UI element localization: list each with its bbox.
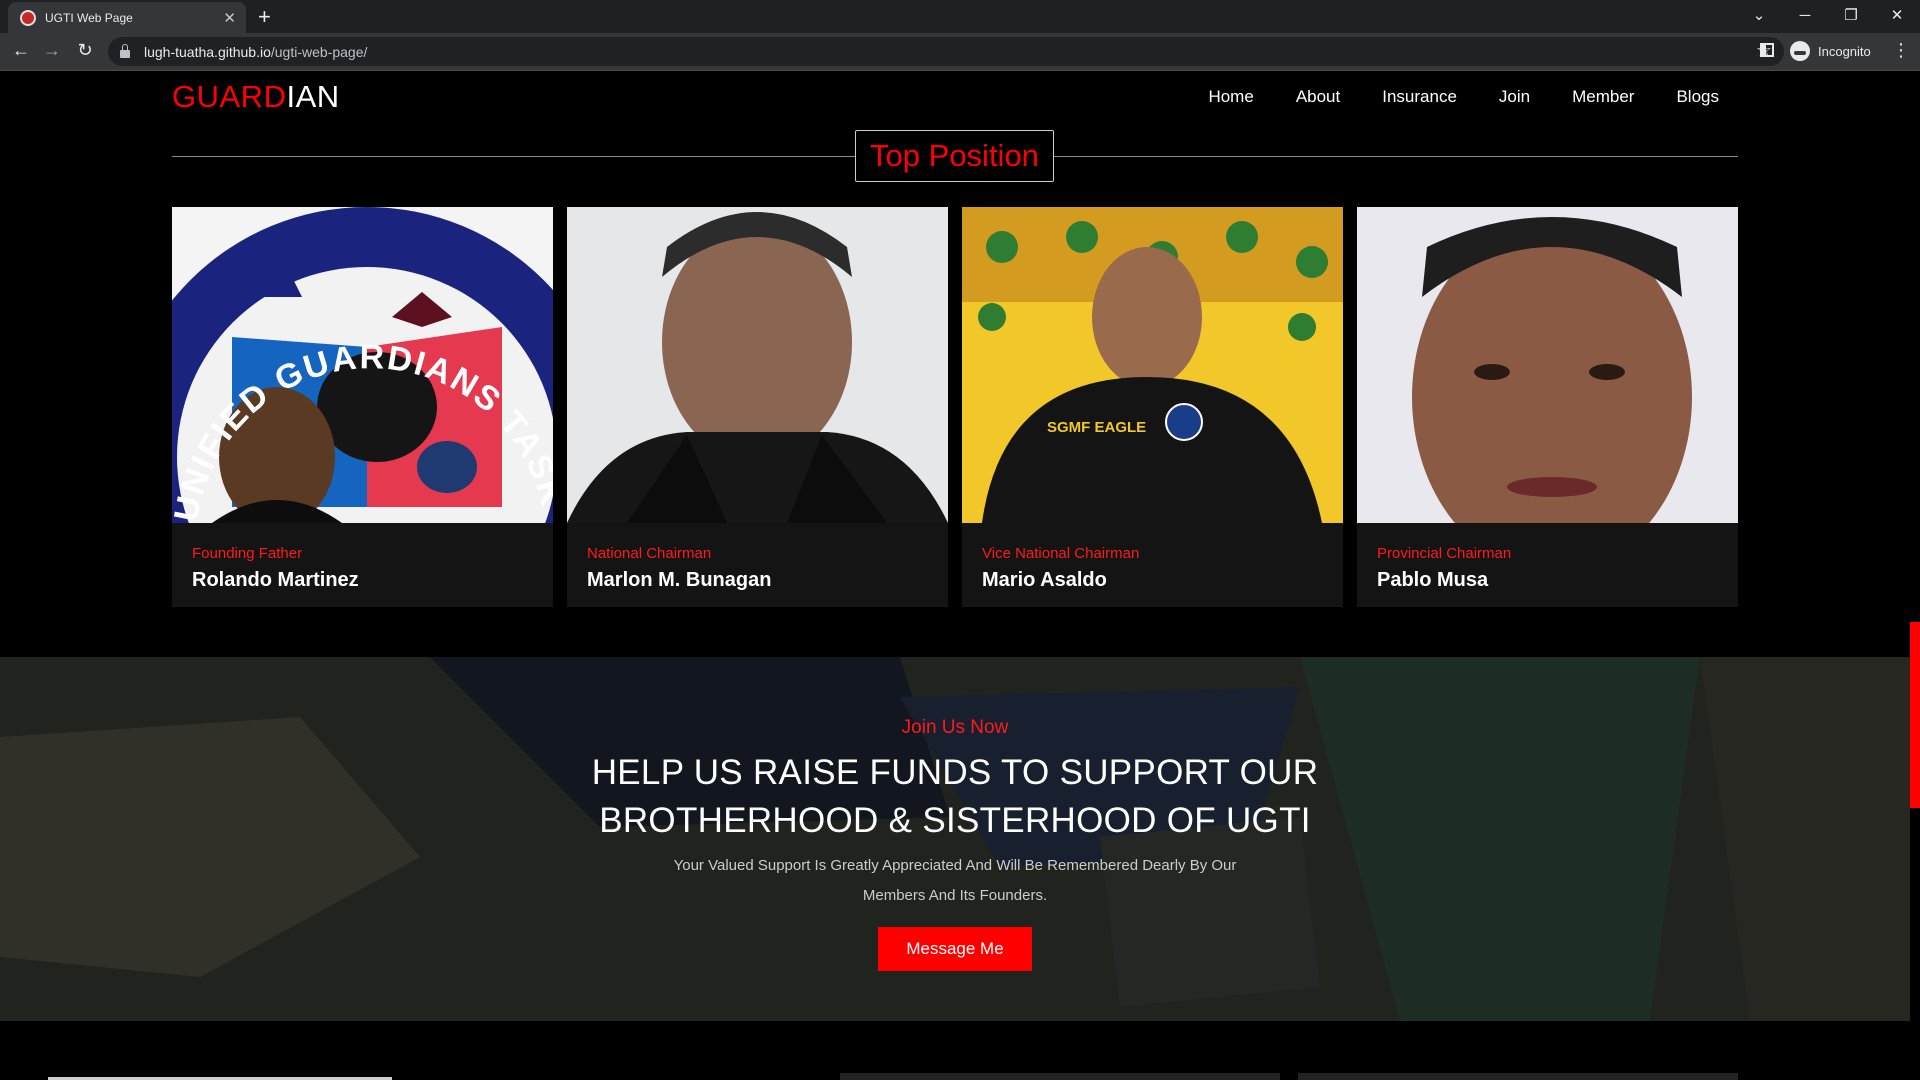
main-nav: Home About Insurance Join Member Blogs (1166, 87, 1719, 107)
portrait-photo: SGMF EAGLE (962, 207, 1343, 523)
leader-role: National Chairman (587, 545, 712, 562)
url-text: lugh-tuatha.github.io/ugti-web-page/ (144, 44, 367, 60)
leader-card[interactable]: UNIFIED GUARDIANS TASKFORCE INC. Foundin… (172, 207, 553, 607)
incognito-badge[interactable]: Incognito (1790, 41, 1871, 61)
url-host: lugh-tuatha.github.io (144, 43, 271, 60)
favicon-icon (20, 9, 36, 26)
leader-name: Marlon M. Bunagan (587, 569, 772, 591)
forward-icon[interactable]: → (40, 40, 64, 61)
nav-home[interactable]: Home (1208, 87, 1253, 107)
tab-search-icon[interactable]: ⌄ (1736, 6, 1782, 24)
portrait-photo (1357, 207, 1738, 523)
logo-red-part: GUARD (172, 79, 287, 114)
browser-tab[interactable]: UGTI Web Page ✕ (8, 2, 246, 33)
close-tab-icon[interactable]: ✕ (223, 9, 236, 27)
window-controls: ⌄ ─ ❐ ✕ (1736, 0, 1920, 30)
leader-photo (567, 207, 948, 523)
message-me-button[interactable]: Message Me (878, 927, 1032, 971)
url-path: /ugti-web-page/ (270, 43, 368, 60)
browser-tab-strip: UGTI Web Page ✕ + ⌄ ─ ❐ ✕ (0, 0, 1920, 33)
leader-name: Pablo Musa (1377, 569, 1489, 591)
back-icon[interactable]: ← (9, 40, 33, 61)
incognito-icon (1790, 41, 1810, 61)
leader-photo: SGMF EAGLE (962, 207, 1343, 523)
portrait-photo (567, 207, 948, 523)
next-section-card-edge (840, 1073, 1280, 1080)
headline-line-2: BROTHERHOOD & SISTERHOOD OF UGTI (599, 801, 1311, 840)
leader-info: Provincial Chairman Pablo Musa (1357, 523, 1738, 607)
leader-name: Rolando Martinez (192, 569, 359, 591)
fundraising-banner: Join Us Now HELP US RAISE FUNDS TO SUPPO… (0, 657, 1910, 1021)
nav-member[interactable]: Member (1572, 87, 1634, 107)
next-section-card-edge (1298, 1073, 1738, 1080)
section-title: Top Position (855, 130, 1054, 182)
scrollbar-thumb[interactable] (1910, 622, 1920, 808)
reload-icon[interactable]: ↻ (73, 40, 97, 61)
headline-line-1: HELP US RAISE FUNDS TO SUPPORT OUR (591, 753, 1319, 792)
nav-join[interactable]: Join (1499, 87, 1530, 107)
nav-about[interactable]: About (1296, 87, 1340, 107)
leader-info: National Chairman Marlon M. Bunagan (567, 523, 948, 607)
leader-info: Vice National Chairman Mario Asaldo (962, 523, 1343, 607)
leader-card[interactable]: National Chairman Marlon M. Bunagan (567, 207, 948, 607)
page-viewport: GUARDIAN Home About Insurance Join Membe… (0, 71, 1920, 1080)
address-bar[interactable]: lugh-tuatha.github.io/ugti-web-page/ ☆ (108, 37, 1784, 66)
incognito-label: Incognito (1818, 43, 1871, 59)
leader-role: Provincial Chairman (1377, 545, 1512, 562)
leader-card[interactable]: SGMF EAGLE Vice National Chairman Mario … (962, 207, 1343, 607)
side-panel-icon[interactable] (1760, 43, 1774, 57)
shirt-text: SGMF EAGLE (1047, 419, 1146, 436)
join-label: Join Us Now (901, 717, 1009, 738)
new-tab-icon[interactable]: + (258, 4, 271, 30)
leaders-grid: UNIFIED GUARDIANS TASKFORCE INC. Foundin… (172, 207, 1738, 607)
restore-icon[interactable]: ❐ (1828, 6, 1874, 24)
window-close-icon[interactable]: ✕ (1874, 6, 1920, 24)
leader-photo (1357, 207, 1738, 523)
leader-photo: UNIFIED GUARDIANS TASKFORCE INC. (172, 207, 553, 523)
logo-white-part: IAN (286, 79, 340, 114)
minimize-icon[interactable]: ─ (1782, 7, 1828, 24)
site-header: GUARDIAN Home About Insurance Join Membe… (0, 71, 1920, 123)
leader-role: Founding Father (192, 545, 303, 562)
site-logo[interactable]: GUARDIAN (172, 79, 340, 115)
tab-title: UGTI Web Page (45, 10, 133, 25)
nav-blogs[interactable]: Blogs (1676, 87, 1719, 107)
banner-headline: HELP US RAISE FUNDS TO SUPPORT OUR BROTH… (0, 749, 1910, 845)
nav-insurance[interactable]: Insurance (1382, 87, 1457, 107)
leader-card[interactable]: Provincial Chairman Pablo Musa (1357, 207, 1738, 607)
browser-toolbar: ← → ↻ lugh-tuatha.github.io/ugti-web-pag… (0, 33, 1920, 71)
leader-name: Mario Asaldo (982, 569, 1107, 591)
banner-subtext: Your Valued Support Is Greatly Appreciat… (673, 857, 1237, 904)
leader-info: Founding Father Rolando Martinez (172, 523, 553, 607)
section-heading: Top Position (172, 130, 1738, 184)
ugti-seal-photo: UNIFIED GUARDIANS TASKFORCE INC. (172, 207, 553, 523)
browser-menu-icon[interactable]: ⋮ (1892, 40, 1910, 61)
leader-role: Vice National Chairman (982, 545, 1140, 562)
lock-icon[interactable] (120, 43, 130, 58)
